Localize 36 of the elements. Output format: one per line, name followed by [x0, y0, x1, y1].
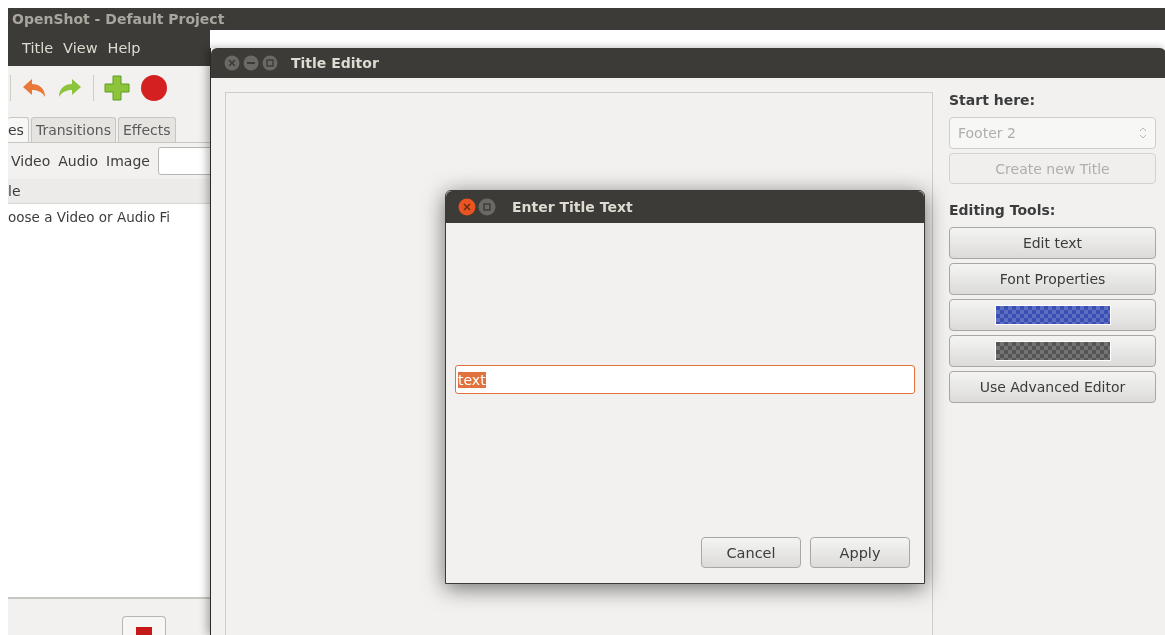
tab[interactable]: Transitions — [30, 117, 116, 142]
search-field[interactable] — [157, 147, 210, 175]
menu-item[interactable]: Title — [22, 40, 54, 56]
tool-button[interactable]: Font Properties — [949, 263, 1156, 295]
plus-icon[interactable] — [104, 75, 130, 101]
close-icon[interactable] — [458, 198, 476, 216]
section-label: Start here: — [949, 92, 1037, 108]
tab[interactable]: Effects — [117, 117, 176, 142]
color-button[interactable] — [949, 335, 1156, 367]
cancel-button[interactable]: Cancel — [701, 537, 801, 568]
apply-button[interactable]: Apply — [810, 537, 910, 568]
spinner-icon — [1139, 127, 1147, 139]
window-title: Title Editor — [291, 55, 379, 71]
undo-icon[interactable] — [21, 77, 47, 99]
toolbar-button[interactable] — [122, 616, 166, 635]
filter-button[interactable]: Audio — [58, 153, 99, 169]
column-header[interactable]: le — [8, 179, 210, 204]
stop-icon — [136, 627, 152, 635]
filter-button[interactable]: Image — [106, 153, 150, 169]
minimize-icon[interactable] — [243, 55, 259, 71]
record-icon[interactable] — [140, 74, 168, 102]
tool-button[interactable]: Edit text — [949, 227, 1156, 259]
menu-item[interactable]: View — [63, 40, 98, 56]
redo-icon[interactable] — [57, 77, 83, 99]
color-button[interactable] — [949, 299, 1156, 331]
maximize-icon[interactable] — [478, 198, 496, 216]
list-row[interactable]: oose a Video or Audio Fi — [8, 204, 210, 230]
tab[interactable]: es — [8, 117, 29, 142]
window-title: OpenShot - Default Project — [8, 8, 1165, 30]
filter-button[interactable]: Video — [11, 153, 51, 169]
tool-button[interactable]: Use Advanced Editor — [949, 371, 1156, 403]
dialog-title: Enter Title Text — [512, 199, 633, 215]
menu-item[interactable]: Help — [107, 40, 141, 56]
maximize-icon[interactable] — [262, 55, 278, 71]
close-icon[interactable] — [224, 55, 240, 71]
section-label: Editing Tools: — [949, 202, 1057, 218]
